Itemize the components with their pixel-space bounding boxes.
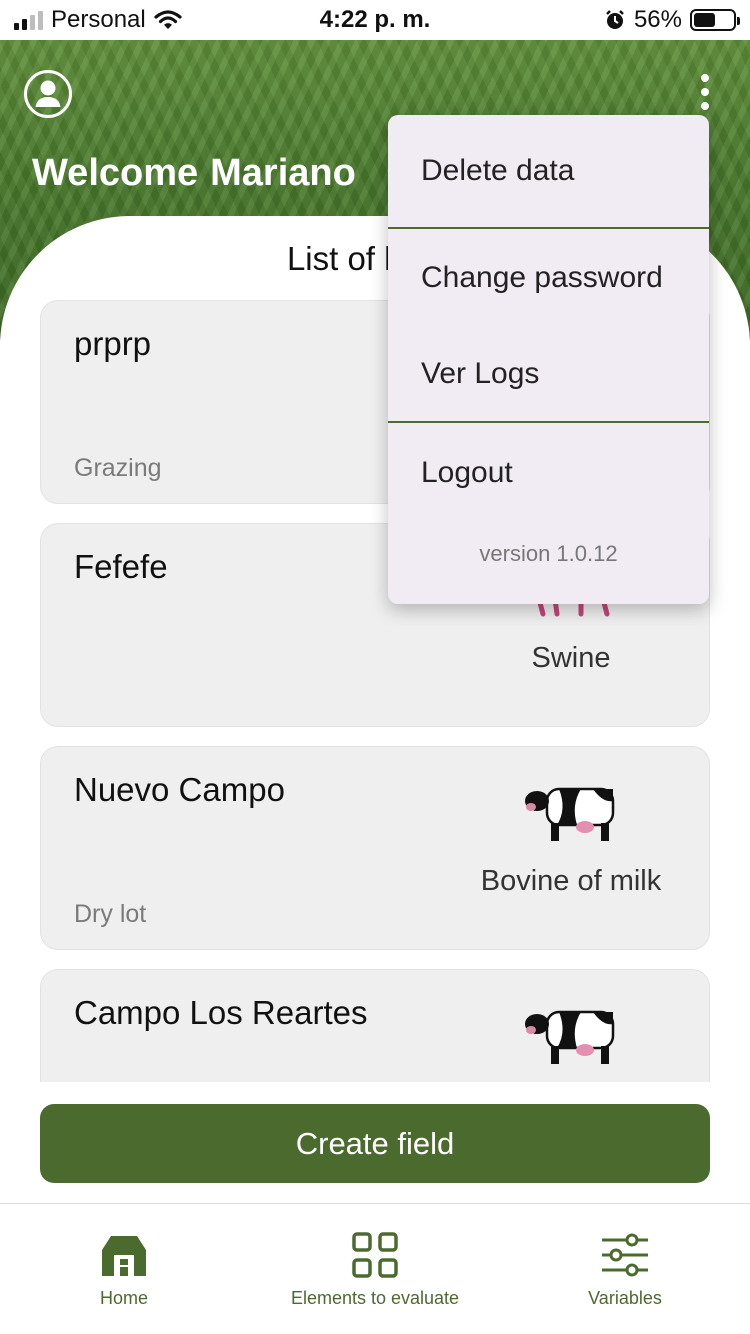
- field-name: Nuevo Campo: [74, 771, 285, 808]
- nav-label-variables: Variables: [588, 1288, 662, 1308]
- battery-icon: [690, 9, 740, 31]
- status-bar: Personal 4:22 p. m. 56%: [0, 0, 750, 40]
- bottom-nav: Home Elements to evaluate Variables: [0, 1203, 750, 1334]
- animal-label: Swine: [531, 642, 611, 674]
- field-type: Dry lot: [74, 900, 147, 928]
- animal-label: Bovine of milk: [480, 865, 662, 897]
- menu-item-ver-logs[interactable]: Ver Logs: [388, 327, 709, 421]
- field-name: Campo Los Reartes: [74, 994, 368, 1031]
- battery-fill: [694, 13, 716, 27]
- menu-item-change-password[interactable]: Change password: [388, 229, 709, 327]
- field-name: prprp: [74, 325, 152, 362]
- nav-item-elements[interactable]: Elements to evaluate: [275, 1204, 475, 1334]
- overflow-menu: Delete data Change password Ver Logs Log…: [388, 115, 709, 604]
- welcome-label: Welcome: [32, 152, 199, 194]
- field-card[interactable]: Nuevo Campo Bovine of milk Dry lot: [40, 746, 710, 950]
- field-type: Grazing: [74, 454, 162, 482]
- welcome-text: Welcome Mariano: [32, 152, 356, 195]
- nav-label-home: Home: [99, 1288, 148, 1308]
- menu-item-delete-data[interactable]: Delete data: [388, 115, 709, 227]
- account-circle-icon[interactable]: [24, 70, 72, 118]
- home-barn-icon: [102, 1236, 146, 1276]
- more-vert-icon[interactable]: [694, 74, 716, 110]
- battery-percent: 56%: [633, 6, 682, 33]
- nav-label-elements: Elements to evaluate: [290, 1288, 460, 1308]
- grid-icon: [352, 1232, 398, 1278]
- app-version: version 1.0.12: [479, 541, 618, 566]
- user-name: Mariano: [210, 152, 356, 194]
- alarm-icon: [606, 10, 624, 29]
- dairy-cow-icon: [525, 787, 615, 841]
- field-name: Fefefe: [74, 548, 168, 585]
- menu-item-logout[interactable]: Logout: [388, 423, 709, 523]
- nav-item-home[interactable]: Home: [49, 1204, 199, 1334]
- dairy-cow-icon: [525, 1010, 615, 1064]
- create-field-button[interactable]: Create field: [40, 1104, 710, 1183]
- field-card[interactable]: Campo Los Reartes: [40, 969, 710, 1082]
- sliders-icon: [602, 1233, 648, 1277]
- nav-item-variables[interactable]: Variables: [550, 1204, 700, 1334]
- status-right: 56%: [604, 6, 740, 34]
